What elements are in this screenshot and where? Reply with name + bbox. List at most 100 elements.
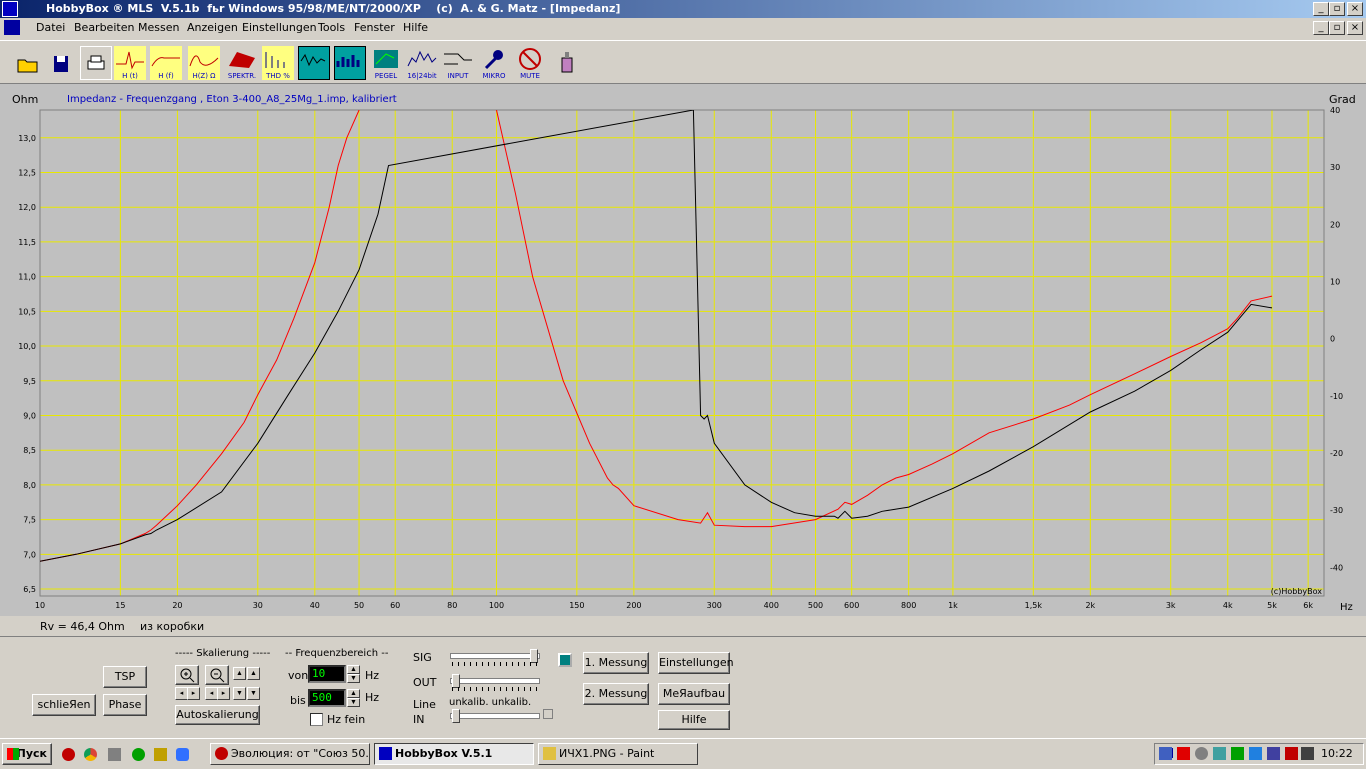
disk-icon[interactable] <box>1195 747 1208 760</box>
start-button[interactable]: Пуск <box>2 743 52 765</box>
doc-minimize-button[interactable]: _ <box>1313 21 1329 35</box>
menu-tools[interactable]: Tools <box>318 21 345 34</box>
zoom-out-icon[interactable] <box>205 665 229 685</box>
hz-fine-checkbox[interactable] <box>310 713 323 726</box>
sig-label: SIG <box>413 651 432 664</box>
sig-slider[interactable] <box>450 653 540 659</box>
impedance-icon[interactable]: H(Z) Ω <box>188 46 220 80</box>
in-slider[interactable] <box>450 713 540 719</box>
measure-1-button[interactable]: 1. Messung <box>583 652 649 674</box>
to-down-icon[interactable]: ▼ <box>347 698 360 707</box>
close-button-panel[interactable]: schlieЯen <box>32 694 96 716</box>
menu-anzeigen[interactable]: Anzeigen <box>187 21 238 34</box>
measure-2-button[interactable]: 2. Messung <box>583 683 649 705</box>
network-icon[interactable] <box>1159 747 1172 760</box>
extra-icon[interactable] <box>552 46 584 80</box>
out-slider[interactable] <box>450 678 540 684</box>
frequency-response-label: H (f) <box>158 72 174 80</box>
scale-right2-icon[interactable]: ▸ <box>217 687 230 700</box>
task-hobbybox[interactable]: HobbyBox V.5.1 <box>374 743 534 765</box>
tsp-button[interactable]: TSP <box>103 666 147 688</box>
x-tick-label: 10 <box>35 601 45 610</box>
scale-up-right-icon[interactable]: ▲ <box>247 667 260 680</box>
autoscale-button[interactable]: Autoskalierung <box>175 705 260 725</box>
help-tray-icon[interactable] <box>1249 747 1262 760</box>
minimize-button[interactable]: _ <box>1313 2 1329 16</box>
doc-restore-button[interactable]: ▫ <box>1329 21 1345 35</box>
title-bar: HobbyBox ® MLS V.5.1b fьr Windows 95/98/… <box>0 0 1366 18</box>
y2-tick-label: 20 <box>1330 220 1340 229</box>
level-label: PEGEL <box>374 72 398 80</box>
menu-messen[interactable]: Messen <box>138 21 179 34</box>
printer-icon[interactable] <box>80 46 112 80</box>
antivirus-icon[interactable] <box>1177 747 1190 760</box>
level-icon[interactable]: PEGEL <box>370 46 402 80</box>
scale-down-left-icon[interactable]: ▼ <box>233 687 246 700</box>
sig-slider-thumb[interactable] <box>530 649 539 663</box>
app-icon-quicklaunch[interactable] <box>154 748 167 761</box>
phase-button[interactable]: Phase <box>103 694 147 716</box>
icq-icon[interactable] <box>132 748 145 761</box>
in-slider-thumb[interactable] <box>451 709 460 723</box>
from-frequency-field[interactable]: 10 <box>308 665 346 683</box>
signal-indicator[interactable] <box>558 653 572 667</box>
spectrum-icon[interactable]: SPEKTR. <box>226 46 258 80</box>
task-opera[interactable]: Эволюция: от "Союз 50... <box>210 743 370 765</box>
thd-icon[interactable]: THD % <box>262 46 294 80</box>
to-up-icon[interactable]: ▲ <box>347 689 360 698</box>
x-tick-label: 400 <box>764 601 779 610</box>
task-hobbybox-label: HobbyBox V.5.1 <box>395 747 493 760</box>
zoom-in-icon[interactable] <box>175 665 199 685</box>
to-frequency-field[interactable]: 500 <box>308 689 346 707</box>
scale-right-icon[interactable]: ▸ <box>187 687 200 700</box>
ie-icon[interactable] <box>176 748 189 761</box>
window-title: HobbyBox ® MLS V.5.1b fьr Windows 95/98/… <box>46 2 621 15</box>
doc-close-button[interactable]: × <box>1347 21 1363 35</box>
mute-icon[interactable]: MUTE <box>514 46 546 80</box>
save-disk-icon[interactable] <box>46 46 78 80</box>
impulse-response-icon[interactable]: H (t) <box>114 46 146 80</box>
chrome-icon[interactable] <box>84 748 97 761</box>
watermark: (c)HobbyBox <box>1271 587 1323 596</box>
menu-bearbeiten[interactable]: Bearbeiten <box>74 21 134 34</box>
opera-icon[interactable] <box>62 748 75 761</box>
document-icon[interactable] <box>4 20 20 35</box>
line-label: Line <box>413 698 436 711</box>
from-label: von <box>288 669 309 682</box>
open-folder-icon[interactable] <box>12 46 44 80</box>
maximize-button[interactable]: ▫ <box>1329 2 1345 16</box>
input-icon[interactable]: INPUT <box>442 46 474 80</box>
explorer-icon[interactable] <box>108 748 121 761</box>
from-up-icon[interactable]: ▲ <box>347 665 360 674</box>
analyzer-icon[interactable] <box>334 46 366 80</box>
task-paint[interactable]: ИЧХ1.PNG - Paint <box>538 743 698 765</box>
scale-up-left-icon[interactable]: ▲ <box>233 667 246 680</box>
impedance-chart: 10 15 20 30 40 50 60 80 100 150 200 300 400 500 600 800… <box>18 106 1343 610</box>
hobbybox-task-icon <box>379 747 392 760</box>
usb-icon[interactable] <box>1213 747 1226 760</box>
mute-tray-icon[interactable] <box>1285 747 1298 760</box>
menu-einstellungen[interactable]: Einstellungen <box>242 21 317 34</box>
scale-down-right-icon[interactable]: ▼ <box>247 687 260 700</box>
settings-button[interactable]: Einstellungen <box>658 652 734 674</box>
bitdepth-icon[interactable]: 16|24bit <box>406 46 438 80</box>
from-down-icon[interactable]: ▼ <box>347 674 360 683</box>
calibration-status: unkalib. unkalib. <box>449 697 532 708</box>
measurement-setup-button[interactable]: MeЯaufbau <box>658 683 730 705</box>
close-button[interactable]: × <box>1347 2 1363 16</box>
menu-hilfe[interactable]: Hilfe <box>403 21 428 34</box>
out-slider-thumb[interactable] <box>451 674 460 688</box>
frequency-response-icon[interactable]: H (f) <box>150 46 182 80</box>
y2-tick-label: -10 <box>1330 392 1343 401</box>
menu-datei[interactable]: Datei <box>36 21 65 34</box>
menu-fenster[interactable]: Fenster <box>354 21 395 34</box>
app-icon[interactable] <box>2 1 18 17</box>
help-button[interactable]: Hilfe <box>658 710 730 730</box>
microphone-icon[interactable]: MIKRO <box>478 46 510 80</box>
shield-icon[interactable] <box>1231 747 1244 760</box>
impulse-response-label: H (t) <box>122 72 138 80</box>
scope-icon[interactable] <box>298 46 330 80</box>
monitor-icon[interactable] <box>1267 747 1280 760</box>
speaker-icon[interactable] <box>1301 747 1314 760</box>
mute-label: MUTE <box>520 72 540 80</box>
